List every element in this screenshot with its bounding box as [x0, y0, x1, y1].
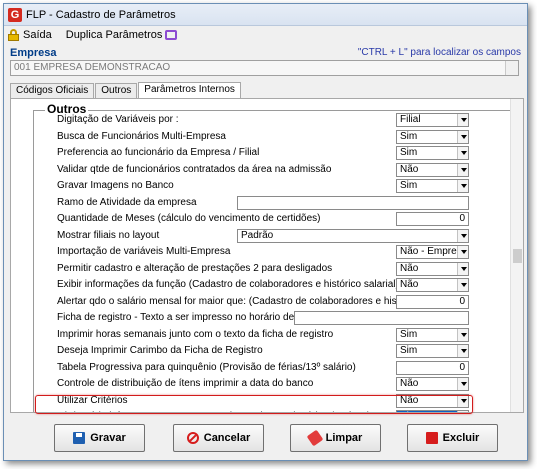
monitor-icon	[165, 30, 178, 40]
parameter-value: 0	[459, 213, 465, 224]
parameter-select[interactable]: Sim	[396, 327, 469, 342]
duplicate-label: Duplica Parâmetros	[65, 29, 163, 41]
tab-bar: Códigos Oficiais Outros Parâmetros Inter…	[10, 82, 242, 99]
parameter-select[interactable]: Não	[396, 377, 469, 391]
chevron-down-icon[interactable]	[457, 130, 468, 143]
parameter-label: Ficha de registro - Texto a ser impresso…	[57, 312, 334, 323]
parameter-text-input[interactable]	[237, 195, 469, 210]
parameter-label: Deseja Imprimir Carimbo da Ficha de Regi…	[57, 345, 263, 356]
delete-button[interactable]: Excluir	[407, 424, 498, 452]
exit-label: Saída	[23, 29, 52, 41]
cancel-icon	[186, 432, 199, 444]
highlight-annotation	[35, 395, 473, 414]
parameter-select[interactable]: Padrão	[237, 228, 469, 243]
parameter-select[interactable]: Filial	[396, 113, 469, 127]
toolbar: Saída Duplica Parâmetros	[4, 26, 527, 44]
clear-label: Limpar	[325, 432, 363, 444]
parameter-text-input[interactable]	[294, 311, 469, 325]
parameter-value: 0	[459, 295, 465, 307]
save-label: Gravar	[90, 432, 126, 444]
vertical-scrollbar[interactable]	[510, 99, 523, 412]
parameter-value: Padrão	[241, 229, 274, 241]
parameter-label: Tabela Progressiva para quinquênio (Prov…	[57, 361, 356, 373]
parameter-value: Sim	[400, 345, 418, 356]
parameter-value: Sim	[400, 130, 418, 142]
floppy-disk-icon	[73, 432, 86, 444]
window-title: FLP - Cadastro de Parâmetros	[26, 8, 176, 21]
lock-icon	[8, 29, 19, 41]
parameter-value: Não	[400, 279, 419, 290]
chevron-down-icon[interactable]	[457, 279, 468, 291]
chevron-down-icon[interactable]	[505, 61, 518, 75]
chevron-down-icon[interactable]	[457, 378, 468, 390]
parameter-label: Quantidade de Meses (cálculo do vencimen…	[57, 213, 321, 224]
parameter-select[interactable]: Não - Empresa	[396, 245, 469, 259]
chevron-down-icon[interactable]	[457, 328, 468, 341]
empresa-label: Empresa	[10, 47, 57, 59]
title-bar: G FLP - Cadastro de Parâmetros	[4, 4, 527, 26]
cancel-button[interactable]: Cancelar	[173, 424, 264, 452]
chevron-down-icon[interactable]	[457, 147, 468, 159]
parameters-panel: Outros Digitação de Variáveis por : Filia…	[10, 98, 524, 413]
parameter-label: Imprimir horas semanais junto com o text…	[57, 328, 334, 340]
save-button[interactable]: Gravar	[54, 424, 145, 452]
parameter-value: Sim	[400, 180, 418, 191]
parameter-number-input[interactable]: 0	[396, 294, 469, 309]
chevron-down-icon[interactable]	[457, 229, 468, 242]
empresa-select[interactable]: 001 EMPRESA DEMONSTRACAO	[10, 60, 519, 76]
parameter-value: Filial	[400, 114, 421, 125]
parameter-select[interactable]: Sim	[396, 344, 469, 358]
parameter-select[interactable]: Não	[396, 162, 469, 177]
parameter-value: Não	[400, 163, 419, 175]
parameter-select[interactable]: Sim	[396, 129, 469, 144]
exit-button[interactable]: Saída	[8, 29, 52, 41]
parameter-select[interactable]: Sim	[396, 146, 469, 160]
parameter-label: Validar qtde de funcionários contratados…	[57, 163, 332, 175]
chevron-down-icon[interactable]	[457, 246, 468, 258]
parameter-label: Permitir cadastro e alteração de prestaç…	[57, 262, 333, 274]
chevron-down-icon[interactable]	[457, 114, 468, 126]
parameter-label: Mostrar filiais no layout	[57, 229, 160, 241]
chevron-down-icon[interactable]	[457, 262, 468, 275]
tab-codigos-oficiais[interactable]: Códigos Oficiais	[10, 83, 95, 99]
parameter-select[interactable]: Não	[396, 278, 469, 292]
parameter-select[interactable]: Não	[396, 261, 469, 276]
parameter-label: Ramo de Atividade da empresa	[57, 196, 197, 208]
parameter-label: Controle de distribuição de ítens imprim…	[57, 378, 314, 389]
shortcut-hint: "CTRL + L" para localizar os campos	[357, 47, 521, 58]
action-buttons: Gravar Cancelar Limpar Excluir	[4, 424, 529, 454]
parameter-value: Sim	[400, 328, 418, 340]
parameter-value: 0	[459, 361, 465, 373]
parameter-label: Gravar Imagens no Banco	[57, 180, 174, 191]
duplicate-parameters-button[interactable]: Duplica Parâmetros	[66, 29, 178, 41]
app-logo-icon: G	[8, 7, 22, 22]
tab-outros[interactable]: Outros	[95, 83, 138, 99]
parameter-value: Não	[400, 378, 419, 389]
parameter-value: Não	[400, 262, 419, 274]
eraser-icon	[306, 429, 324, 447]
cancel-label: Cancelar	[203, 432, 251, 444]
parameter-label: Busca de Funcionários Multi-Empresa	[57, 130, 226, 142]
parameter-label: Digitação de Variáveis por :	[57, 114, 179, 125]
tab-parametros-internos[interactable]: Parâmetros Internos	[138, 82, 241, 99]
parameter-number-input[interactable]: 0	[396, 212, 469, 226]
parameter-label: Importação de variáveis Multi-Empresa	[57, 246, 231, 257]
parameters-window: G FLP - Cadastro de Parâmetros Saída Dup…	[3, 3, 528, 461]
clear-button[interactable]: Limpar	[290, 424, 381, 452]
trash-icon	[425, 432, 438, 444]
chevron-down-icon[interactable]	[457, 163, 468, 176]
chevron-down-icon[interactable]	[457, 345, 468, 357]
parameter-label: Exibir informações da função (Cadastro d…	[57, 279, 399, 290]
parameter-label: Preferencia ao funcionário da Empresa / …	[57, 147, 260, 158]
delete-label: Excluir	[442, 432, 480, 444]
parameter-value: Sim	[400, 147, 418, 158]
chevron-down-icon[interactable]	[457, 180, 468, 192]
empresa-value: 001 EMPRESA DEMONSTRACAO	[14, 62, 171, 73]
scrollbar-thumb[interactable]	[513, 249, 522, 263]
parameter-select[interactable]: Sim	[396, 179, 469, 193]
parameter-number-input[interactable]: 0	[396, 360, 469, 375]
